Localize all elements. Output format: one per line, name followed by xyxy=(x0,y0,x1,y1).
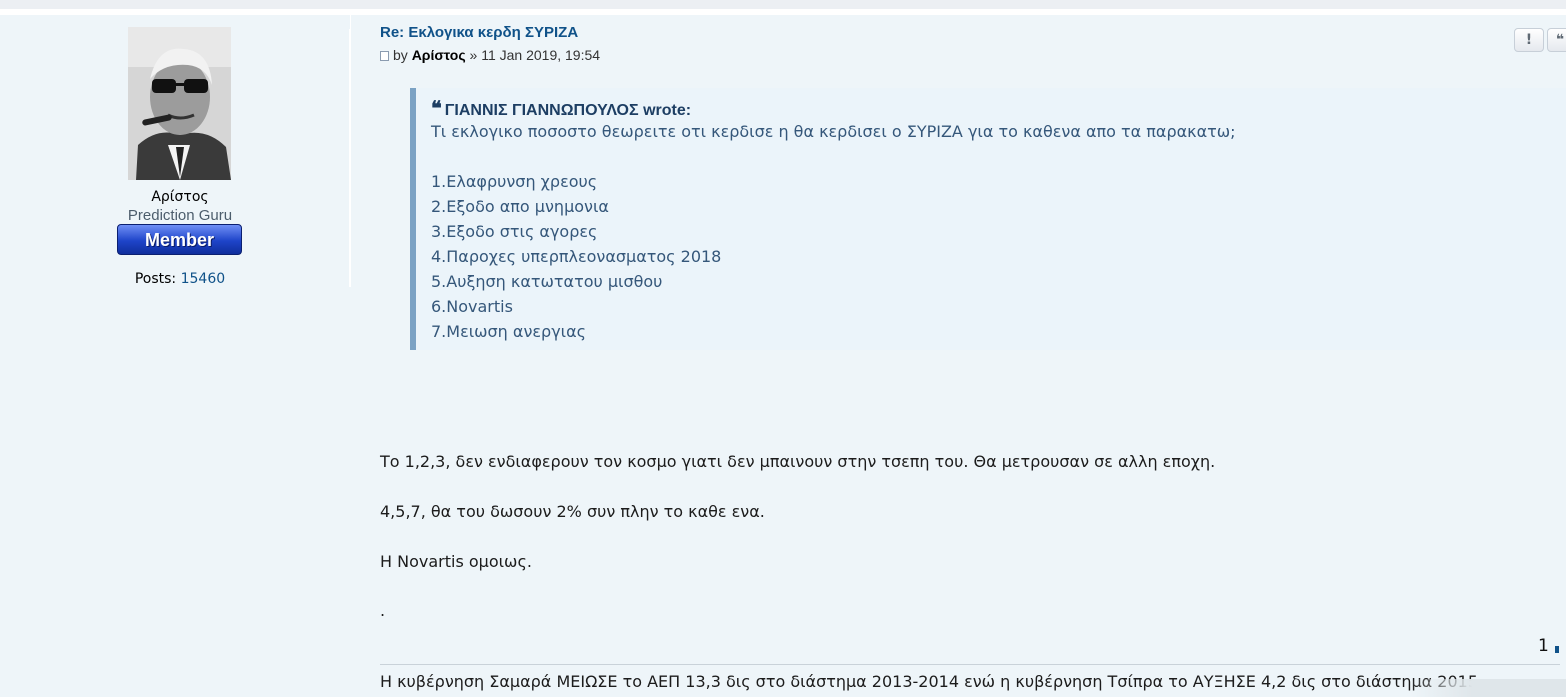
post-author[interactable]: Αρίστος xyxy=(412,47,466,63)
post-meta: by Αρίστος » 11 Jan 2019, 19:54 xyxy=(380,47,600,63)
top-strip xyxy=(0,0,1566,9)
avatar[interactable] xyxy=(128,27,231,180)
signature-divider xyxy=(380,664,1560,665)
posts-count-link[interactable]: 15460 xyxy=(181,271,226,287)
post-paragraph: 4,5,7, θα του δωσουν 2% συν πλην το καθε… xyxy=(380,502,765,521)
username[interactable]: Αρίστος xyxy=(0,189,360,205)
quote-item: 5.Αυξηση κατωτατου μισθου xyxy=(431,272,663,291)
quote-author: ΓΙΑΝΝΙΣ ΓΙΑΝΝΩΠΟΥΛΟΣ xyxy=(444,102,639,119)
quote-item: 2.Εξοδο απο μνημονια xyxy=(431,197,609,216)
post-title[interactable]: Re: Εκλογικα κερδη ΣΥΡΙΖΑ xyxy=(380,24,578,41)
rank-badge: Member xyxy=(117,224,242,255)
quote-icon: ❝ xyxy=(431,96,442,120)
post-paragraph: . xyxy=(380,601,386,620)
forum-post: Αρίστος Prediction Guru Member Posts: 15… xyxy=(0,15,1566,697)
pager-value[interactable]: 1 xyxy=(1538,636,1549,656)
post-count: Posts: 15460 xyxy=(0,271,360,287)
pager[interactable]: 1 xyxy=(1538,636,1559,656)
quote-block: ❝ ΓΙΑΝΝΙΣ ΓΙΑΝΝΩΠΟΥΛΟΣ wrote: Τι εκλογικο… xyxy=(410,88,1566,350)
quote-item: 4.Παροχες υπερπλεονασματος 2018 xyxy=(431,247,722,266)
post-timestamp: 11 Jan 2019, 19:54 xyxy=(481,47,601,63)
quote-question: Τι εκλογικο ποσοστο θεωρειτε οτι κερδισε… xyxy=(431,122,1236,141)
signature: Η κυβέρνηση Σαμαρά ΜΕΙΩΣΕ το ΑΕΠ 13,3 δι… xyxy=(380,672,1484,691)
meta-by: by xyxy=(393,47,408,63)
profile-divider xyxy=(349,29,350,287)
post-icon[interactable] xyxy=(380,51,389,61)
post-profile: Αρίστος Prediction Guru Member Posts: 15… xyxy=(0,15,351,287)
post-paragraph: Το 1,2,3, δεν ενδιαφερουν τον κοσμο γιατ… xyxy=(380,452,1216,471)
rank-title: Prediction Guru xyxy=(127,207,233,224)
avatar-photo xyxy=(128,27,231,180)
quote-item: 3.Εξοδο στις αγορες xyxy=(431,222,598,241)
corner-overlay xyxy=(1410,679,1566,697)
post-paragraph: Η Novartis ομοιως. xyxy=(380,552,532,571)
quote-item: 6.Novartis xyxy=(431,297,513,316)
posts-label: Posts: xyxy=(134,271,177,287)
quote-button[interactable]: ❝ xyxy=(1547,28,1566,52)
quote-item: 1.Ελαφρυνση χρεους xyxy=(431,172,598,191)
quote-header: ❝ ΓΙΑΝΝΙΣ ΓΙΑΝΝΩΠΟΥΛΟΣ wrote: xyxy=(431,96,691,120)
pager-mark xyxy=(1554,646,1559,653)
quote-wrote: wrote: xyxy=(643,102,692,119)
quote-item: 7.Μειωση ανεργιας xyxy=(431,322,587,341)
meta-separator: » xyxy=(469,47,478,63)
report-button[interactable]: ! xyxy=(1514,28,1544,52)
